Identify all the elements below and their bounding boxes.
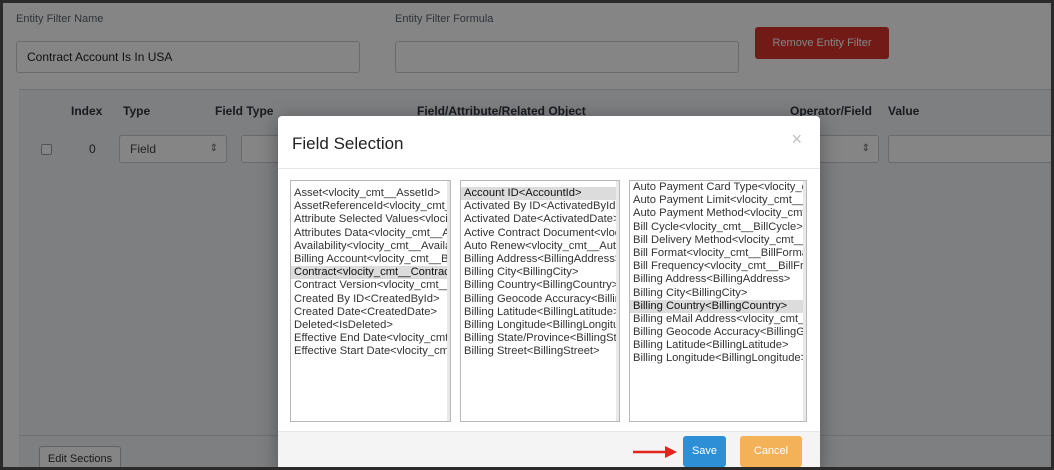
entity-filter-page: Entity Filter Name Contract Account Is I… (0, 0, 1054, 470)
modal-footer: Save Cancel (278, 432, 820, 467)
listbox-scrollbar[interactable] (447, 181, 450, 421)
list-option[interactable]: Attributes Data<vlocity_cmt__AttributesD… (291, 227, 450, 240)
list-option[interactable]: AssetReferenceId<vlocity_cmt__AssetRefer… (291, 200, 450, 213)
listbox-scrollbar[interactable] (803, 181, 806, 421)
save-button[interactable]: Save (683, 436, 726, 467)
list-option[interactable]: Billing Latitude<BillingLatitude> (630, 339, 806, 352)
list-option[interactable]: Billing Geocode Accuracy<BillingGeocodeA… (630, 326, 806, 339)
list-option[interactable]: Billing Account<vlocity_cmt__BillingAcco… (291, 253, 450, 266)
list-option[interactable]: Created By ID<CreatedById> (291, 293, 450, 306)
list-option[interactable]: Bill Format<vlocity_cmt__BillFormat> (630, 247, 806, 260)
list-option[interactable]: Auto Payment Method<vlocity_cmt__AutoPay… (630, 207, 806, 220)
list-option[interactable]: Billing City<BillingCity> (461, 266, 619, 279)
list-option[interactable]: Billing City<BillingCity> (630, 287, 806, 300)
list-option[interactable]: Deleted<IsDeleted> (291, 319, 450, 332)
list-option[interactable]: Auto Payment Card Type<vlocity_cmt__Auto… (630, 181, 806, 194)
list-option[interactable]: Billing Country<BillingCountry> (461, 279, 619, 292)
list-option[interactable]: Billing State/Province<BillingState> (461, 332, 619, 345)
list-option[interactable]: Billing Street<BillingStreet> (461, 345, 619, 358)
list-option[interactable]: Active Contract Document<vlocity_cmt__Ac… (461, 227, 619, 240)
list-option[interactable]: Attribute Selected Values<vlocity_cmt__A… (291, 213, 450, 226)
list-option[interactable]: Billing Latitude<BillingLatitude> (461, 306, 619, 319)
close-icon[interactable]: × (791, 130, 802, 148)
list-option[interactable]: Billing Address<BillingAddress> (461, 253, 619, 266)
modal-title: Field Selection (292, 134, 404, 153)
field-listbox-2[interactable]: Account ID<AccountId> Activated By ID<Act… (460, 180, 620, 422)
list-option[interactable]: Asset<vlocity_cmt__AssetId> (291, 187, 450, 200)
right-arrow-icon (633, 446, 677, 458)
field-selection-modal: Field Selection × Asset<vlocity_cmt__Ass… (278, 116, 820, 467)
list-option[interactable]: Created Date<CreatedDate> (291, 306, 450, 319)
list-option[interactable]: Effective Start Date<vlocity_cmt__Effect… (291, 345, 450, 358)
list-option[interactable]: Contract Version<vlocity_cmt__ContractVe… (291, 279, 450, 292)
list-option[interactable]: Effective End Date<vlocity_cmt__Effectiv… (291, 332, 450, 345)
list-option[interactable]: Auto Payment Limit<vlocity_cmt__AutoPaym… (630, 194, 806, 207)
list-option[interactable]: Account ID<AccountId> (461, 187, 619, 201)
list-option[interactable]: Availability<vlocity_cmt__Availability> (291, 240, 450, 253)
list-option[interactable]: Bill Cycle<vlocity_cmt__BillCycle> (630, 221, 806, 234)
list-option[interactable]: Billing Address<BillingAddress> (630, 273, 806, 286)
field-listbox-1[interactable]: Asset<vlocity_cmt__AssetId> AssetReferenc… (290, 180, 451, 422)
cancel-button[interactable]: Cancel (740, 436, 802, 467)
field-listbox-3[interactable]: Auto Payment Card Type<vlocity_cmt__Auto… (629, 180, 807, 422)
modal-header-divider (278, 168, 820, 169)
list-option[interactable]: Billing Longitude<BillingLongitude> (630, 352, 806, 365)
listbox-scrollbar[interactable] (616, 181, 619, 421)
list-option[interactable]: Bill Delivery Method<vlocity_cmt__BillDe… (630, 234, 806, 247)
list-option[interactable]: Activated By ID<ActivatedById> (461, 200, 619, 213)
list-option[interactable]: Bill Frequency<vlocity_cmt__BillFrequenc… (630, 260, 806, 273)
list-option[interactable]: Auto Renew<vlocity_cmt__AutoRenew> (461, 240, 619, 253)
list-option[interactable]: Billing eMail Address<vlocity_cmt__Billi… (630, 313, 806, 326)
list-option[interactable]: Activated Date<ActivatedDate> (461, 213, 619, 226)
list-option[interactable]: Contract<vlocity_cmt__ContractId> (291, 266, 450, 280)
list-option[interactable]: Billing Country<BillingCountry> (630, 299, 806, 313)
list-option[interactable]: Billing Longitude<BillingLongitude> (461, 319, 619, 332)
list-option[interactable]: Billing Geocode Accuracy<BillingGeocodeA… (461, 293, 619, 306)
